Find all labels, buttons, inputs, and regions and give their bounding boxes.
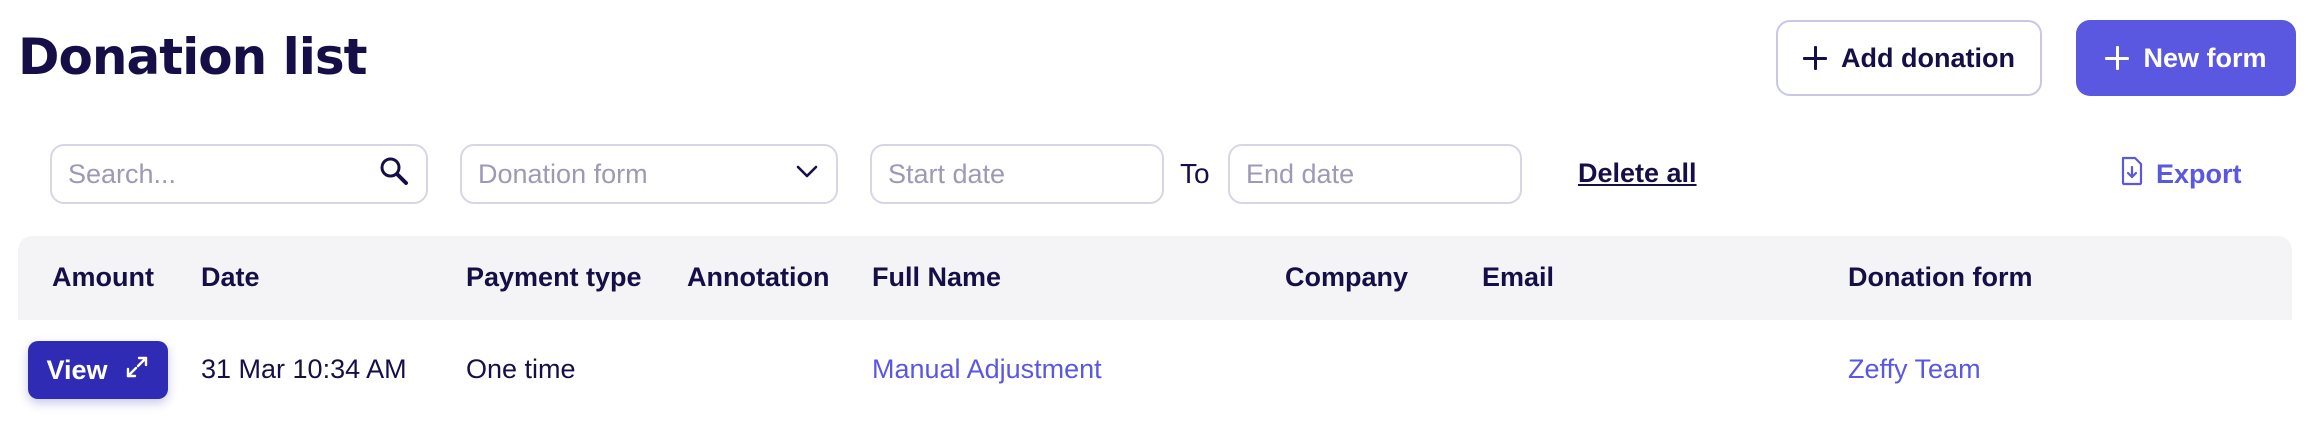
column-header-full-name[interactable]: Full Name — [872, 262, 1001, 293]
column-header-payment-type[interactable]: Payment type — [466, 262, 642, 293]
donation-form-placeholder: Donation form — [478, 158, 648, 189]
chevron-down-icon — [794, 158, 820, 191]
delete-all-link[interactable]: Delete all — [1578, 158, 1697, 189]
new-form-button[interactable]: New form — [2076, 20, 2296, 96]
column-header-email[interactable]: Email — [1482, 262, 1554, 293]
start-date-input[interactable] — [888, 158, 1146, 190]
add-donation-button[interactable]: Add donation — [1776, 20, 2042, 96]
view-label: View — [46, 354, 108, 385]
donation-form-select[interactable]: Donation form — [460, 144, 838, 204]
expand-icon — [124, 354, 150, 387]
view-button[interactable]: View — [28, 341, 168, 399]
export-file-icon — [2120, 156, 2144, 193]
cell-full-name-link[interactable]: Manual Adjustment — [872, 354, 1102, 385]
start-date-field — [870, 144, 1164, 204]
column-header-donation-form[interactable]: Donation form — [1848, 262, 2032, 293]
export-button[interactable]: Export — [2120, 156, 2242, 193]
add-donation-label: Add donation — [1841, 42, 2015, 73]
search-icon[interactable] — [378, 155, 410, 194]
plus-icon — [1803, 46, 1828, 70]
cell-payment-type: One time — [466, 354, 576, 384]
search-field — [50, 144, 428, 204]
column-header-date[interactable]: Date — [201, 262, 260, 293]
search-input[interactable] — [68, 158, 378, 190]
export-label: Export — [2156, 159, 2242, 189]
page-title: Donation list — [18, 28, 368, 86]
date-range-to-label: To — [1180, 158, 1210, 189]
column-header-company[interactable]: Company — [1285, 262, 1408, 293]
column-header-annotation[interactable]: Annotation — [687, 262, 829, 293]
end-date-field — [1228, 144, 1522, 204]
end-date-input[interactable] — [1246, 158, 1504, 190]
column-header-amount[interactable]: Amount — [52, 262, 154, 293]
new-form-label: New form — [2143, 42, 2267, 73]
cell-date: 31 Mar 10:34 AM — [201, 354, 407, 384]
cell-donation-form-link[interactable]: Zeffy Team — [1848, 354, 1981, 385]
plus-icon — [2105, 46, 2130, 70]
